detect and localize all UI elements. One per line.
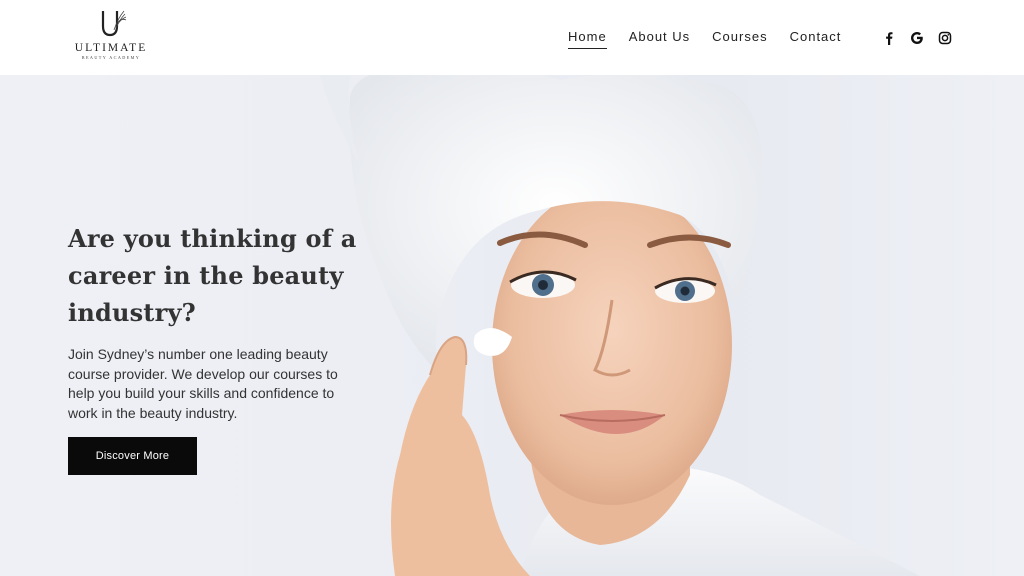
brand-name: ULTIMATE: [74, 42, 148, 54]
discover-more-button[interactable]: Discover More: [68, 437, 197, 475]
hero-content: Are you thinking of a career in the beau…: [68, 220, 368, 475]
logo-mark-icon: [101, 10, 127, 37]
brand-tagline: BEAUTY ACADEMY: [81, 55, 141, 60]
hero-section: Are you thinking of a career in the beau…: [0, 75, 1024, 576]
nav-item-home[interactable]: Home: [568, 29, 607, 49]
facebook-icon[interactable]: [881, 30, 897, 46]
hero-title: Are you thinking of a career in the beau…: [68, 224, 357, 327]
nav-item-contact[interactable]: Contact: [790, 29, 842, 49]
nav-item-courses[interactable]: Courses: [712, 29, 767, 49]
instagram-icon[interactable]: [937, 30, 953, 46]
nav-item-about-us[interactable]: About Us: [629, 29, 690, 49]
google-icon[interactable]: [909, 30, 925, 46]
hero-description: Join Sydney’s number one leading beauty …: [68, 346, 338, 421]
main-nav: Home About Us Courses Contact: [568, 29, 841, 49]
brand-logo[interactable]: ULTIMATE BEAUTY ACADEMY: [68, 8, 154, 66]
social-links: [881, 30, 953, 46]
site-header: ULTIMATE BEAUTY ACADEMY Home About Us Co…: [0, 0, 1024, 75]
